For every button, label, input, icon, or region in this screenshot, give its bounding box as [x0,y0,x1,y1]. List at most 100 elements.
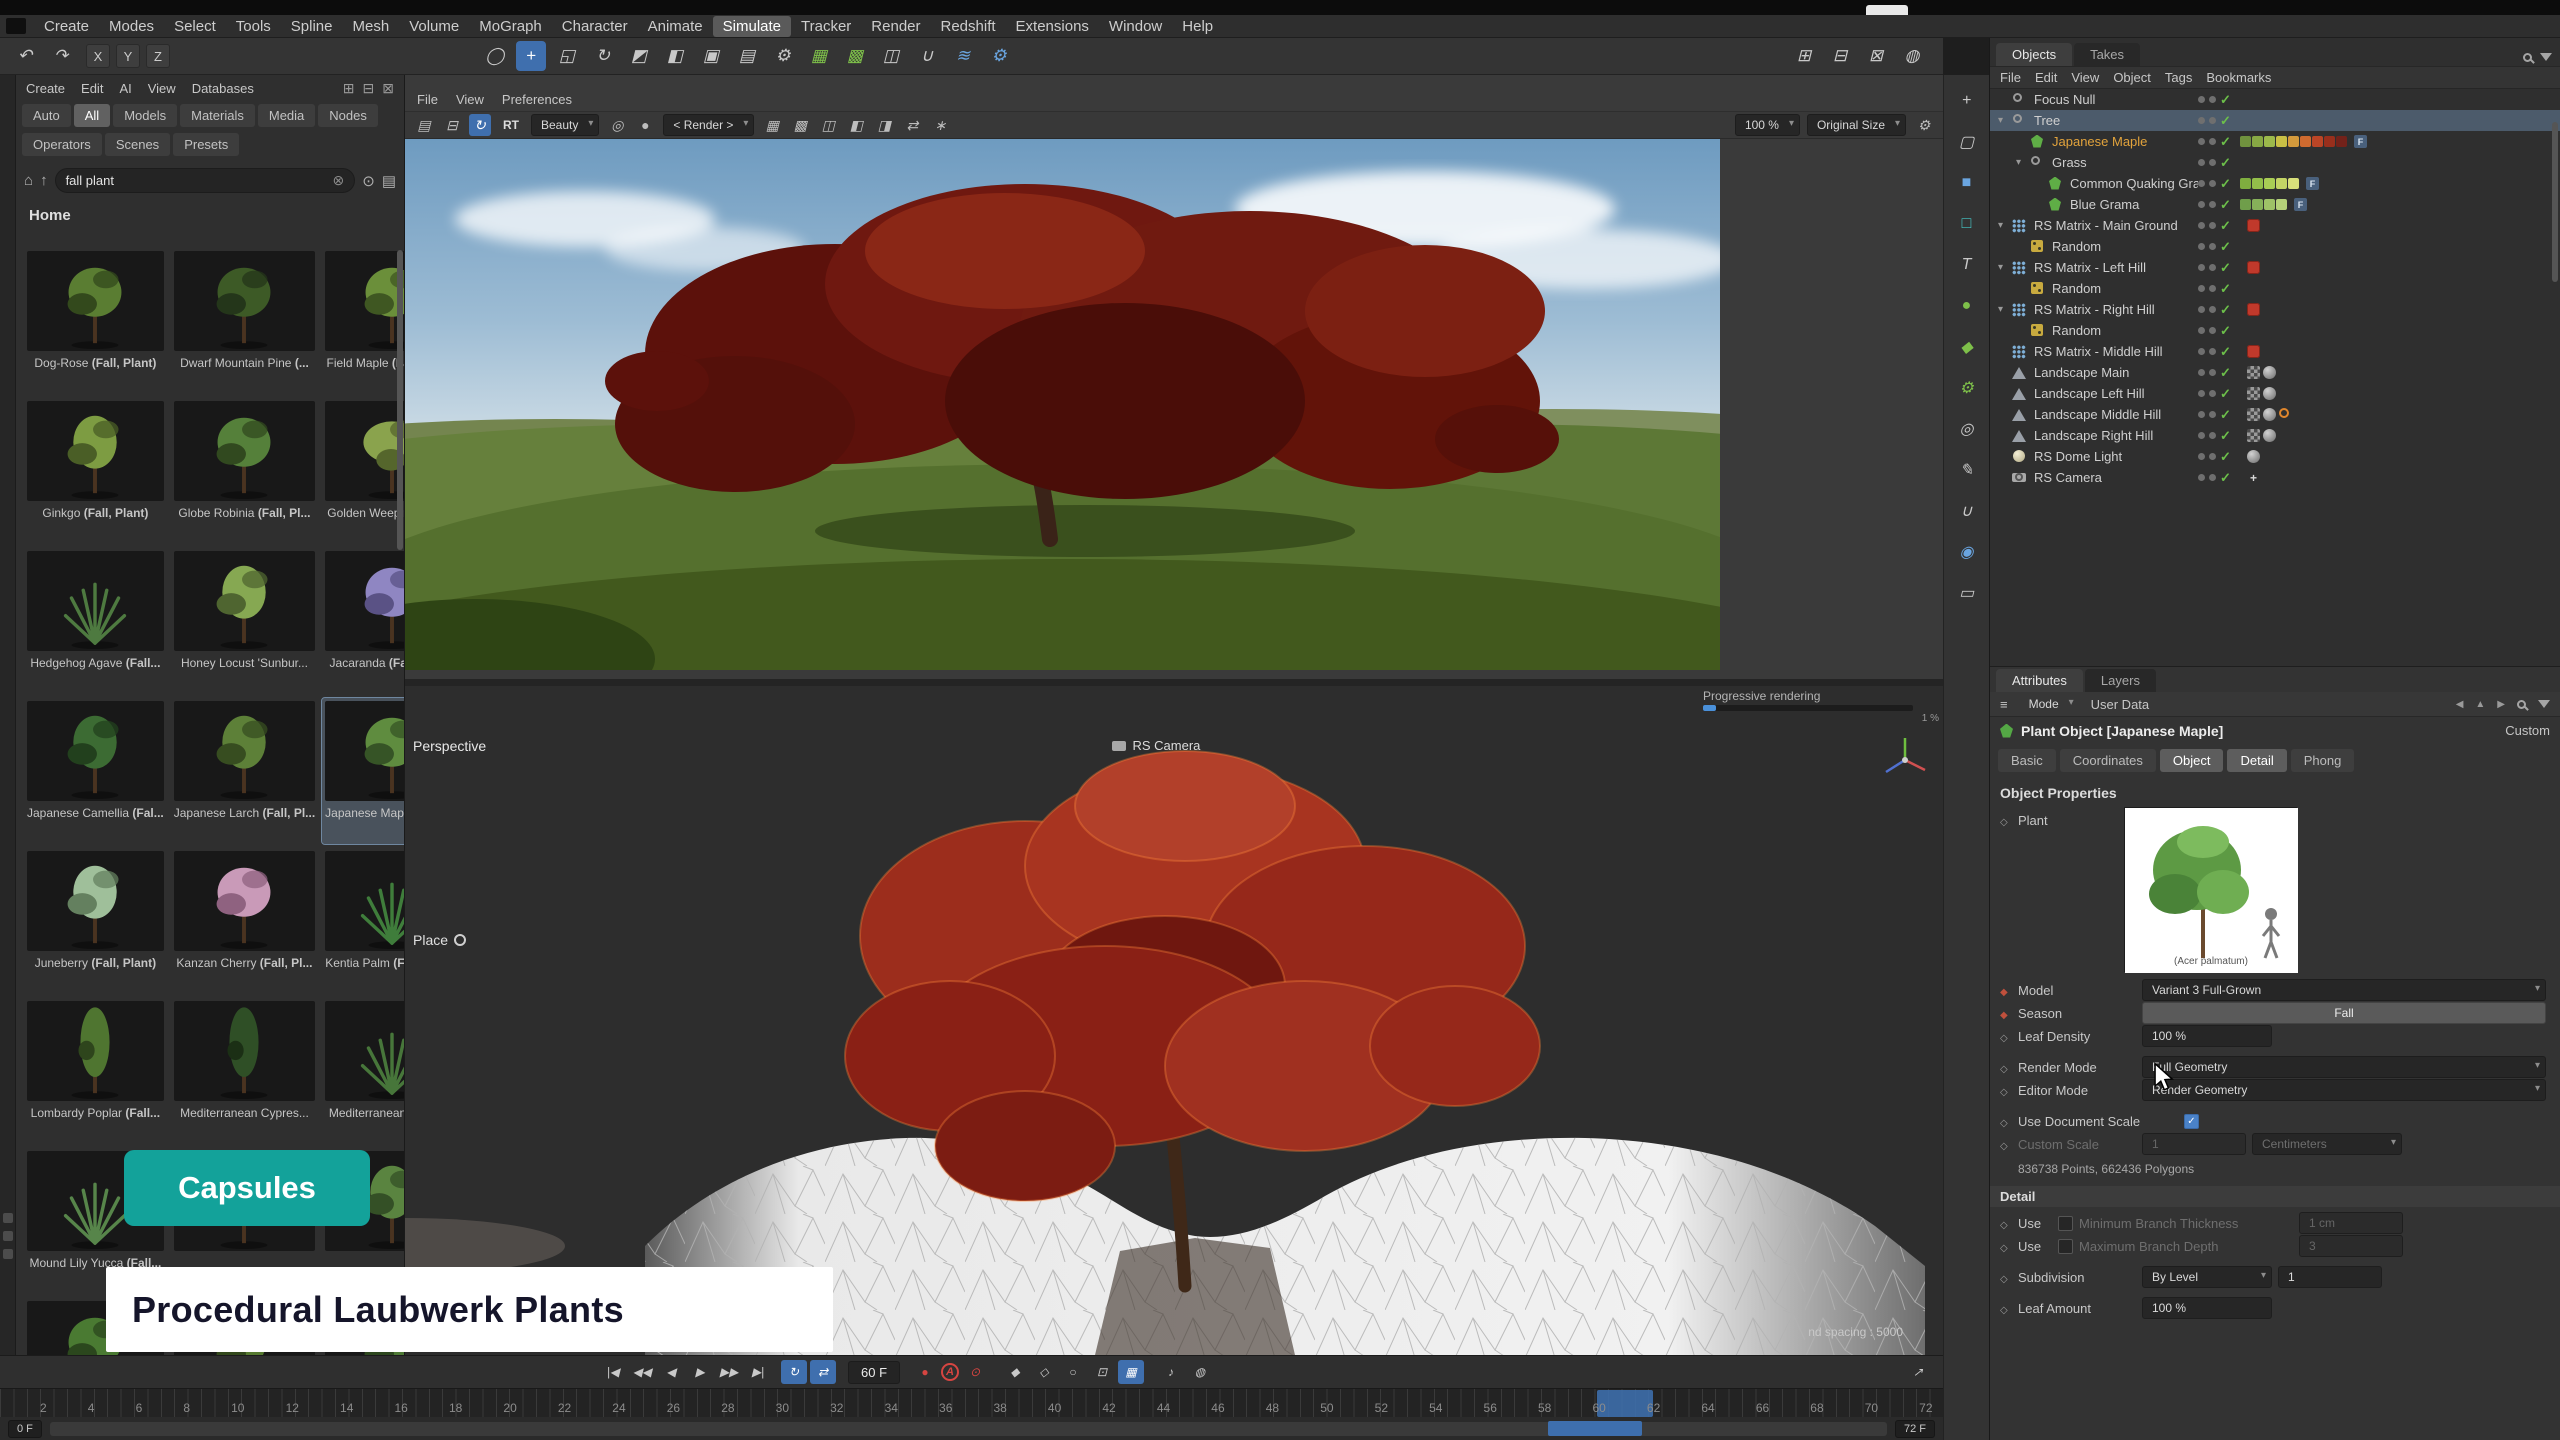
axis-lock-button[interactable]: Z [146,44,170,68]
tab-objects[interactable]: Objects [1996,43,2072,66]
timeline-ruler[interactable]: 2468101214161820222426283032343638404244… [0,1388,1943,1417]
render-visibility-dot[interactable] [2209,222,2216,229]
om-menu-item[interactable]: Edit [2035,70,2057,85]
keyframe-presets-icon[interactable]: ▦ [1118,1360,1144,1384]
asset-item[interactable]: Ginkgo (Fall, Plant) [24,398,167,544]
render-target-dropdown[interactable]: < Render > [663,114,754,136]
render-visibility-dot[interactable] [2209,390,2216,397]
snap-magnet-icon[interactable]: ∪ [1951,495,1983,527]
expand-timeline-icon[interactable]: ↗ [1905,1360,1931,1384]
filter-tab[interactable]: All [74,104,110,127]
snap-grid-icon[interactable]: ▦ [804,41,834,71]
texture-mode-icon[interactable]: T [1951,249,1983,281]
filter-icon[interactable] [2538,700,2550,708]
menu-item[interactable]: Modes [99,16,164,37]
asset-menu-item[interactable]: Edit [81,81,103,96]
swap-snapshot-icon[interactable]: ⇄ [901,114,923,136]
enabled-check-icon[interactable] [2220,323,2236,339]
object-row[interactable]: Random [1990,320,2560,341]
keyframe-diamond-icon[interactable] [2000,1137,2012,1152]
keyframe-diamond-icon[interactable] [2000,1029,2012,1044]
asset-menu-item[interactable]: Databases [192,81,254,96]
menu-item[interactable]: Render [861,16,930,37]
key-rotation-icon[interactable]: ○ [1060,1360,1086,1384]
back-arrow-icon[interactable]: ◀ [2456,699,2464,710]
enabled-check-icon[interactable] [2220,155,2236,171]
season-cycle-control[interactable]: Fall [2142,1002,2546,1024]
enabled-check-icon[interactable] [2220,239,2236,255]
search-icon[interactable] [2523,53,2532,62]
texture-swatch[interactable] [2324,136,2335,147]
editor-visibility-dot[interactable] [2198,243,2205,250]
render-visibility-dot[interactable] [2209,138,2216,145]
object-row[interactable]: RS Matrix - Left Hill [1990,257,2560,278]
menu-item[interactable]: Animate [638,16,713,37]
range-highlight[interactable] [1548,1421,1642,1436]
viewport-solo-icon[interactable]: ◉ [1951,536,1983,568]
redo-icon[interactable]: ↷ [46,41,76,71]
editor-visibility-dot[interactable] [2198,117,2205,124]
object-row[interactable]: Japanese Maple [1990,131,2560,152]
simulation-settings-icon[interactable]: ⚙ [1951,372,1983,404]
enabled-check-icon[interactable] [2220,386,2236,402]
custom-button[interactable]: Custom [2505,723,2550,738]
editor-visibility-dot[interactable] [2198,201,2205,208]
points-mode-icon[interactable]: ● [1951,290,1983,322]
filter-tab[interactable]: Media [258,104,315,127]
redcube-tag-icon[interactable] [2247,303,2260,316]
sphere-tag-icon[interactable] [2263,387,2276,400]
model-dropdown[interactable]: Variant 3 Full-Grown [2142,979,2546,1001]
model-mode-icon[interactable]: ■ [1951,167,1983,199]
enabled-check-icon[interactable] [2220,176,2236,192]
asset-item[interactable]: Honey Locust 'Sunbur... [171,548,318,694]
render-view-menu-item[interactable]: File [417,92,438,107]
render-visibility-dot[interactable] [2209,180,2216,187]
enabled-check-icon[interactable] [2220,302,2236,318]
home-icon[interactable]: ⌂ [24,172,33,189]
filter-tab[interactable]: Models [113,104,177,127]
motion-mode-icon[interactable]: ◍ [1187,1360,1213,1384]
menu-item[interactable]: Character [552,16,638,37]
asset-scrollbar[interactable] [397,250,403,550]
menu-item[interactable]: Volume [399,16,469,37]
render-settings-icon[interactable]: ⚙ [768,41,798,71]
render-visibility-dot[interactable] [2209,96,2216,103]
asset-item[interactable]: Lombardy Poplar (Fall... [24,998,167,1144]
record-icon[interactable]: ● [912,1360,938,1384]
sculpt-icon[interactable]: ✎ [1951,454,1983,486]
unit-dropdown[interactable]: Centimeters [2252,1133,2402,1155]
ring-tag-icon[interactable] [2279,408,2289,418]
layout-quad-icon[interactable]: ⊠ [1861,41,1891,71]
editor-visibility-dot[interactable] [2198,222,2205,229]
render-visibility-dot[interactable] [2209,411,2216,418]
rt-toggle[interactable]: RT [498,116,524,134]
editor-visibility-dot[interactable] [2198,348,2205,355]
expand-caret-icon[interactable] [1998,220,2011,231]
enabled-check-icon[interactable] [2220,365,2236,381]
om-menu-item[interactable]: View [2071,70,2099,85]
clone-viewer-icon[interactable]: ⊟ [441,114,463,136]
menu-item[interactable]: Help [1172,16,1223,37]
render-pass-dropdown[interactable]: Beauty [531,114,599,136]
simulation-icon[interactable]: ≋ [948,41,978,71]
object-row[interactable]: Focus Null [1990,89,2560,110]
object-row[interactable]: Landscape Right Hill [1990,425,2560,446]
render-visibility-dot[interactable] [2209,348,2216,355]
enabled-check-icon[interactable] [2220,344,2236,360]
filter-tab[interactable]: Auto [22,104,71,127]
plus-tag-icon[interactable] [2247,471,2260,484]
editor-visibility-dot[interactable] [2198,96,2205,103]
object-mode-icon[interactable]: □ [1951,208,1983,240]
enabled-check-icon[interactable] [2220,407,2236,423]
tab-takes[interactable]: Takes [2074,43,2140,66]
ftag-tag-icon[interactable] [2354,135,2367,148]
sound-icon[interactable]: ♪ [1158,1360,1184,1384]
menu-item[interactable]: MoGraph [469,16,552,37]
use-max-checkbox[interactable] [2058,1239,2073,1254]
texture-swatch[interactable] [2252,136,2263,147]
object-row[interactable]: RS Dome Light [1990,446,2560,467]
filter-icon[interactable] [2540,53,2552,61]
checker-tag-icon[interactable] [2247,408,2260,421]
render-visibility-dot[interactable] [2209,117,2216,124]
object-row[interactable]: Blue Grama [1990,194,2560,215]
